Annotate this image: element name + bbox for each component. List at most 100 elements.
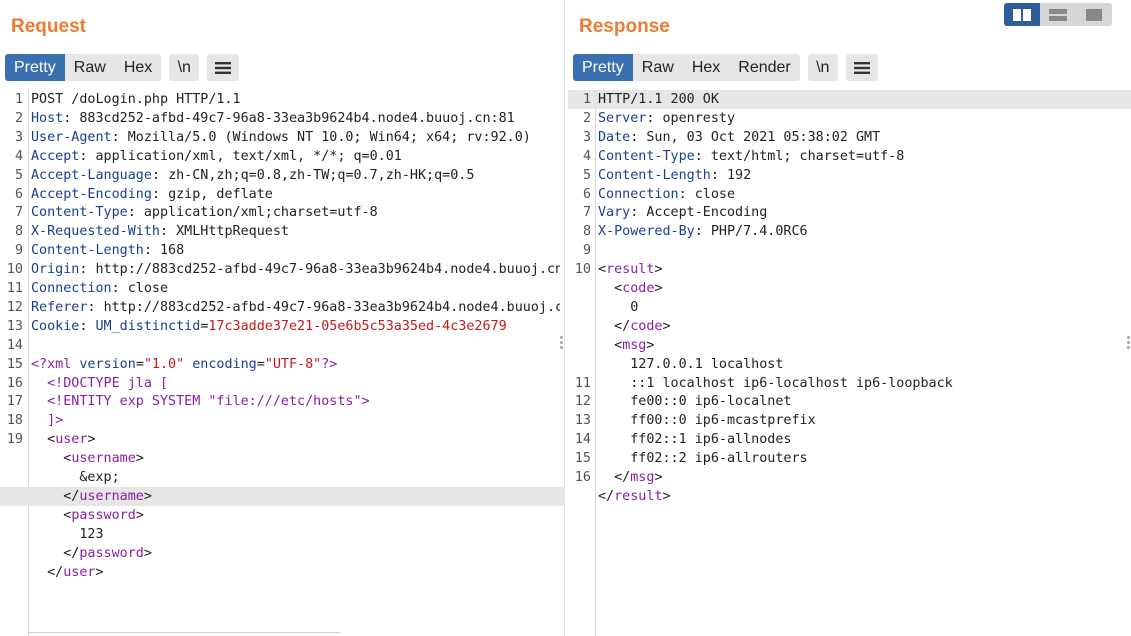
response-tab-render[interactable]: Render — [729, 54, 799, 81]
line-number: 11 — [574, 375, 591, 391]
code-text: POST /doLogin.php HTTP/1.1 — [31, 90, 560, 109]
code-token: : — [160, 224, 177, 240]
response-tab-raw[interactable]: Raw — [633, 54, 683, 81]
code-token: close — [127, 281, 169, 296]
code-line: 2 Host: 883cd252-afbd-49c7-96a8-33ea3b962… — [0, 109, 564, 128]
code-text: ff02::2 ip6-allrouters — [598, 449, 1127, 468]
code-text: 127.0.0.1 localhost — [598, 355, 1127, 374]
code-text: Content-Length: 168 — [31, 241, 560, 260]
code-token: 123 — [31, 526, 104, 542]
code-token: Accept-Encoding — [646, 205, 768, 221]
hamburger-icon — [215, 61, 232, 74]
request-newline-toggle[interactable]: \n — [169, 54, 200, 81]
line-number: 1 — [582, 92, 591, 107]
response-tab-hex[interactable]: Hex — [683, 54, 729, 81]
line-number: 11 — [6, 281, 23, 296]
response-splitter-handle[interactable] — [1127, 334, 1131, 351]
line-number: 19 — [6, 432, 23, 448]
code-token: : — [646, 110, 663, 126]
code-text: Accept-Language: zh-CN,zh;q=0.8,zh-TW;q=… — [31, 166, 560, 185]
code-token: </ — [47, 564, 64, 580]
code-text: ff02::1 ip6-allnodes — [598, 430, 1127, 449]
hamburger-icon — [853, 61, 870, 74]
code-line: 12 fe00::0 ip6-localnet — [568, 392, 1131, 411]
code-text: ::1 localhost ip6-localhost ip6-loopback — [598, 374, 1127, 393]
code-token: > — [646, 337, 655, 353]
stacked-rows-button[interactable] — [1040, 3, 1076, 26]
code-token: : — [143, 243, 160, 259]
code-text: Accept-Encoding: gzip, deflate — [31, 185, 560, 204]
code-text: </password> — [31, 544, 560, 563]
response-newline-toggle[interactable]: \n — [807, 54, 838, 81]
code-line: 4 Content-Type: text/html; charset=utf-8 — [568, 147, 1131, 166]
code-line: 10 Origin: http://883cd252-afbd-49c7-96a8… — [0, 260, 564, 279]
code-text: 0 — [598, 298, 1127, 317]
code-token: X-Powered-By — [598, 224, 695, 240]
code-token: POST /doLogin.php HTTP/1.1 — [31, 92, 241, 107]
request-tab-hex[interactable]: Hex — [115, 54, 161, 81]
line-number: 17 — [6, 394, 23, 410]
request-splitter-handle[interactable] — [560, 334, 564, 351]
code-token: openresty — [662, 110, 736, 126]
code-token: version — [79, 356, 136, 372]
response-tab-pretty[interactable]: Pretty — [573, 54, 633, 81]
code-token: http://883cd252-afbd-49c7-96a8-33ea3b962… — [95, 262, 561, 278]
code-token: ff02::1 ip6-allnodes — [598, 432, 792, 448]
code-line: 7 Content-Type: application/xml;charset=u… — [0, 203, 564, 222]
code-token: password — [71, 507, 136, 523]
code-line: </result> — [568, 487, 1131, 506]
code-text: 123 — [31, 525, 560, 544]
code-token: </ — [63, 545, 80, 561]
code-text: X-Powered-By: PHP/7.4.0RC6 — [598, 222, 1127, 241]
code-token: : — [111, 129, 128, 145]
request-pane: Request Pretty Raw Hex \n 1 POST /doLogin… — [0, 0, 565, 636]
response-menu-button[interactable] — [845, 54, 878, 81]
code-token: result — [614, 488, 663, 504]
code-line: 16 </msg> — [568, 468, 1131, 487]
code-line: 1 HTTP/1.1 200 OK — [568, 90, 1131, 109]
code-line: 8 X-Powered-By: PHP/7.4.0RC6 — [568, 222, 1131, 241]
code-token: application/xml;charset=utf-8 — [143, 205, 378, 221]
code-token: XMLHttpRequest — [176, 224, 289, 240]
request-menu-button[interactable] — [207, 54, 240, 81]
code-token: http://883cd252-afbd-49c7-96a8-33ea3b962… — [103, 299, 560, 315]
line-number: 1 — [14, 92, 23, 107]
code-token: application/xml, text/xml, */*; q=0.01 — [95, 148, 402, 164]
line-number: 13 — [574, 413, 591, 429]
code-line: 11 ::1 localhost ip6-localhost ip6-loopb… — [568, 374, 1131, 393]
code-token: : — [79, 148, 96, 164]
line-number: 12 — [6, 299, 23, 315]
request-tab-raw[interactable]: Raw — [65, 54, 115, 81]
code-line: <username> — [0, 449, 564, 468]
code-token: ?> — [321, 356, 338, 372]
code-line: 16 <!DOCTYPE jla [ — [0, 374, 564, 393]
response-title: Response — [579, 16, 670, 37]
code-token: </ — [598, 488, 615, 504]
code-line: </user> — [0, 563, 564, 582]
line-number: 14 — [6, 337, 23, 353]
code-line: </password> — [0, 544, 564, 563]
single-pane-button[interactable] — [1076, 3, 1112, 26]
code-token: msg — [622, 337, 647, 353]
request-editor[interactable]: 1 POST /doLogin.php HTTP/1.1 2 Host: 883cd2… — [0, 90, 564, 636]
line-number: 14 — [574, 432, 591, 448]
code-text: </result> — [598, 487, 1127, 506]
code-line: 9 — [568, 241, 1131, 260]
side-by-side-button[interactable] — [1004, 3, 1040, 26]
code-token: > — [654, 470, 663, 485]
code-line: <password> — [0, 506, 564, 525]
code-token: username — [79, 488, 144, 504]
code-token: Connection — [31, 281, 112, 296]
request-tab-pretty[interactable]: Pretty — [5, 54, 65, 81]
code-token: > — [654, 262, 663, 278]
side-by-side-icon — [1013, 8, 1031, 21]
code-token: < — [614, 281, 623, 296]
response-editor[interactable]: 1 HTTP/1.1 200 OK 2 Server: openresty 3 Date:… — [568, 90, 1131, 636]
code-token: PHP/7.4.0RC6 — [710, 224, 808, 240]
code-token: > — [143, 545, 152, 561]
code-token: ff00::0 ip6-mcastprefix — [598, 413, 816, 429]
code-token: <!DOCTYPE jla [ — [47, 375, 169, 391]
